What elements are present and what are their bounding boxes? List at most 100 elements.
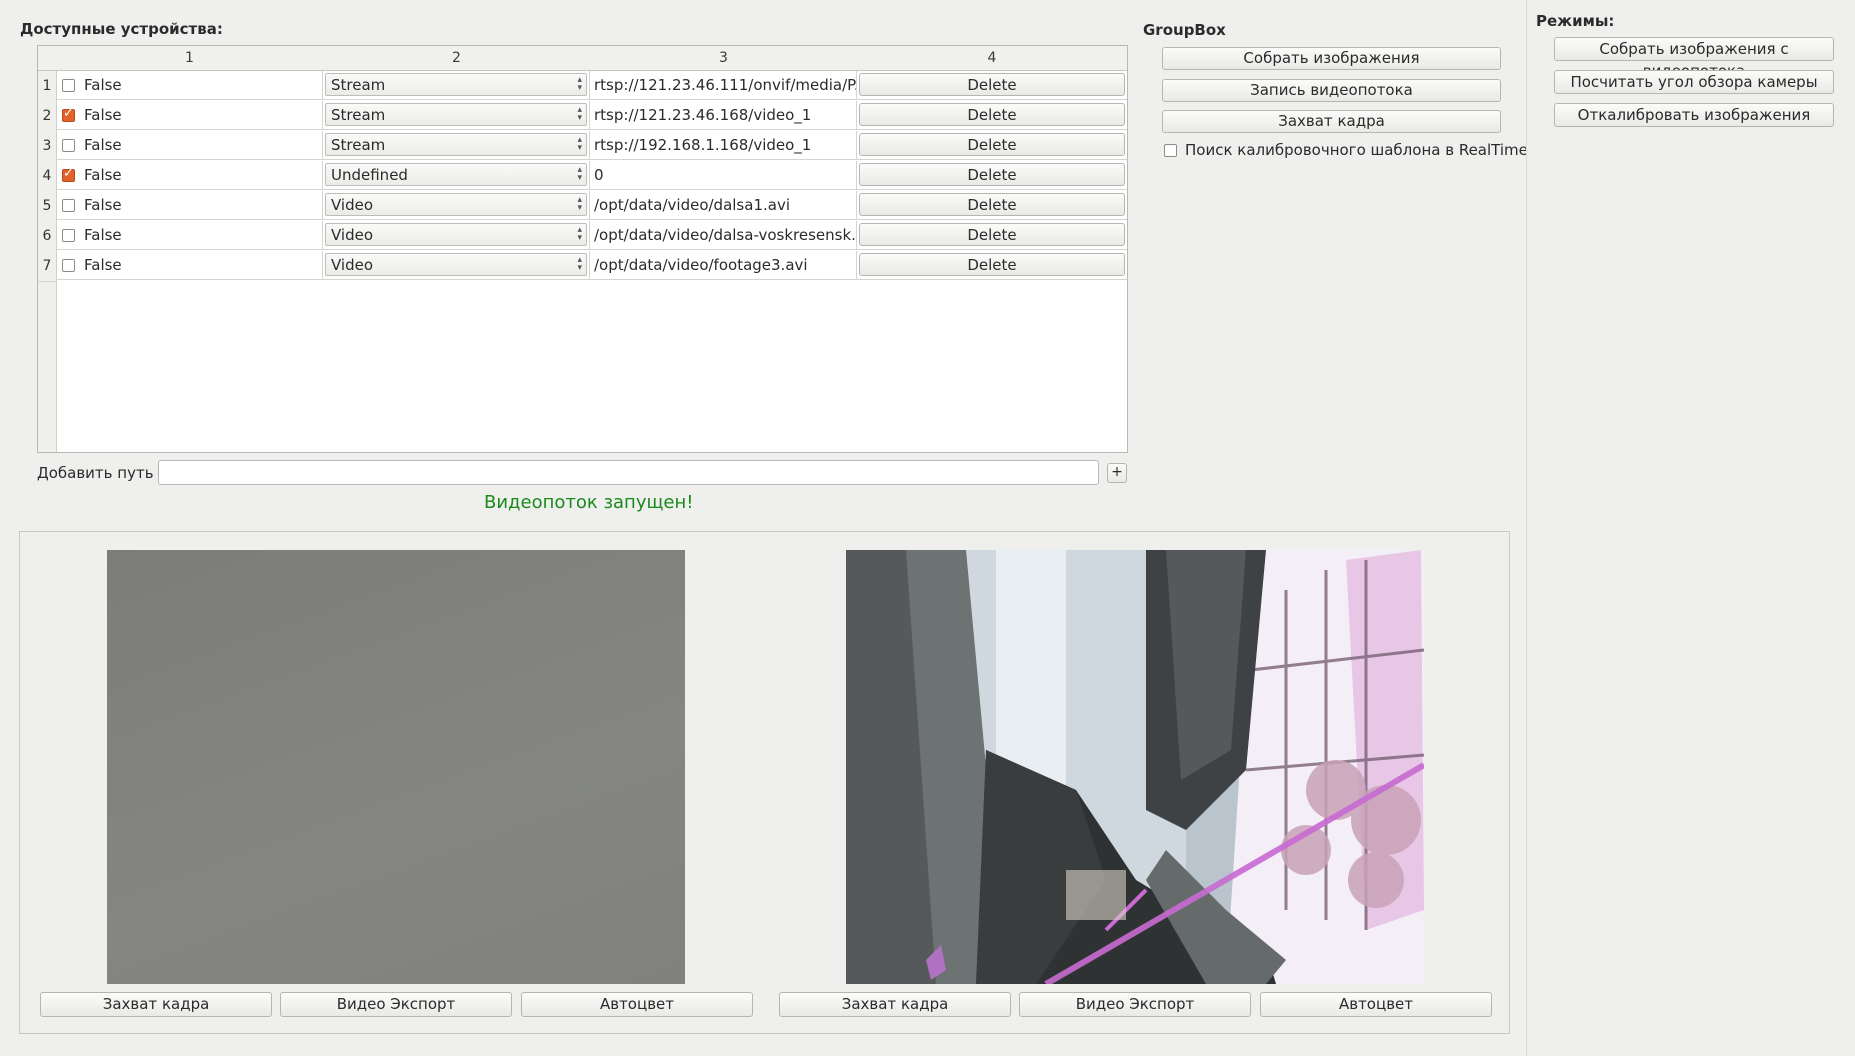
compute-view-angle-button[interactable]: Посчитать угол обзора камеры — [1554, 70, 1834, 94]
realtime-checkbox-label: Поиск калибровочного шаблона в RealTime — [1185, 141, 1528, 159]
row-enable-checkbox[interactable] — [62, 166, 75, 182]
path-cell[interactable]: /opt/data/video/dalsa-voskresensk.avi — [590, 221, 857, 250]
status-message: Видеопоток запущен! — [484, 492, 694, 513]
row-number: 6 — [38, 221, 56, 252]
capture-frame-button[interactable]: Захват кадра — [1162, 110, 1501, 133]
row-enable-checkbox[interactable] — [62, 199, 75, 212]
type-select[interactable]: Stream ▴ ▾ — [325, 103, 587, 126]
path-cell[interactable]: rtsp://192.168.1.168/video_1 — [590, 131, 857, 160]
type-cell: Undefined ▴ ▾ — [323, 161, 590, 190]
realtime-checkbox[interactable] — [1164, 144, 1177, 157]
updown-arrows-icon: ▴ ▾ — [577, 195, 582, 213]
add-path-button[interactable]: + — [1107, 463, 1127, 483]
right-video-export-button[interactable]: Видео Экспорт — [1019, 992, 1251, 1017]
action-cell: Delete — [857, 131, 1127, 160]
updown-arrows-icon: ▴ ▾ — [577, 105, 582, 123]
flag-cell: False — [56, 221, 323, 250]
type-select[interactable]: Video ▴ ▾ — [325, 223, 587, 246]
collect-from-stream-button[interactable]: Собрать изображения с видеопотока — [1554, 37, 1834, 80]
column-header-1[interactable]: 1 — [56, 46, 324, 71]
type-select[interactable]: Video ▴ ▾ — [325, 193, 587, 216]
corner-header[interactable] — [38, 46, 57, 71]
column-header-3[interactable]: 3 — [590, 46, 858, 71]
path-cell[interactable]: /opt/data/video/dalsa1.avi — [590, 191, 857, 220]
updown-arrows-icon: ▴ ▾ — [577, 225, 582, 243]
row-number: 2 — [38, 101, 56, 132]
path-text: 0 — [594, 166, 604, 184]
type-select[interactable]: Undefined ▴ ▾ — [325, 163, 587, 186]
calibrate-images-button[interactable]: Откалибровать изображения — [1554, 103, 1834, 127]
devices-table: 1 2 3 4 1 False Stream ▴ ▾ rtsp://121.23.46.1… — [37, 45, 1128, 453]
delete-button[interactable]: Delete — [859, 193, 1125, 216]
row-enable-checkbox[interactable] — [62, 259, 75, 272]
row-enable-checkbox[interactable] — [62, 229, 75, 242]
table-row[interactable]: 7 False Video ▴ ▾ /opt/data/video/footage3.av… — [38, 251, 1127, 282]
flag-text: False — [84, 166, 122, 184]
row-number: 5 — [38, 191, 56, 222]
path-text: rtsp://121.23.46.111/onvif/media/P... — [594, 76, 856, 94]
add-path-label: Добавить путь : — [37, 464, 164, 482]
left-video-export-button[interactable]: Видео Экспорт — [280, 992, 512, 1017]
delete-button[interactable]: Delete — [859, 133, 1125, 156]
table-row[interactable]: 3 False Stream ▴ ▾ rtsp://192.168.1.168/video… — [38, 131, 1127, 162]
updown-arrows-icon: ▴ ▾ — [577, 135, 582, 153]
delete-button[interactable]: Delete — [859, 103, 1125, 126]
table-row[interactable]: 1 False Stream ▴ ▾ rtsp://121.23.46.111/onvif… — [38, 71, 1127, 102]
flag-cell: False — [56, 71, 323, 100]
flag-cell: False — [56, 161, 323, 190]
video-preview-left — [107, 550, 685, 984]
add-path-input[interactable] — [158, 460, 1099, 485]
action-cell: Delete — [857, 71, 1127, 100]
type-select-value: Video — [331, 196, 374, 214]
left-capture-frame-button[interactable]: Захват кадра — [40, 992, 272, 1017]
updown-arrows-icon: ▴ ▾ — [577, 75, 582, 93]
path-cell[interactable]: /opt/data/video/footage3.avi — [590, 251, 857, 280]
path-cell[interactable]: 0 — [590, 161, 857, 190]
path-cell[interactable]: rtsp://121.23.46.168/video_1 — [590, 101, 857, 130]
action-cell: Delete — [857, 101, 1127, 130]
row-enable-checkbox[interactable] — [62, 79, 75, 92]
flag-text: False — [84, 106, 122, 124]
collect-images-button[interactable]: Собрать изображения — [1162, 47, 1501, 70]
action-cell: Delete — [857, 191, 1127, 220]
column-header-2[interactable]: 2 — [323, 46, 591, 71]
panel-separator — [1526, 0, 1527, 1056]
type-cell: Stream ▴ ▾ — [323, 131, 590, 160]
left-autocolor-button[interactable]: Автоцвет — [521, 992, 753, 1017]
delete-button[interactable]: Delete — [859, 223, 1125, 246]
type-select[interactable]: Video ▴ ▾ — [325, 253, 587, 276]
type-select[interactable]: Stream ▴ ▾ — [325, 73, 587, 96]
row-enable-checkbox[interactable] — [62, 106, 75, 122]
type-select[interactable]: Stream ▴ ▾ — [325, 133, 587, 156]
updown-arrows-icon: ▴ ▾ — [577, 165, 582, 183]
video-preview-right — [846, 550, 1424, 984]
flag-text: False — [84, 256, 122, 274]
record-stream-button[interactable]: Запись видеопотока — [1162, 79, 1501, 102]
row-enable-checkbox[interactable] — [62, 139, 75, 152]
flag-cell: False — [56, 251, 323, 280]
path-text: /opt/data/video/dalsa1.avi — [594, 196, 790, 214]
path-text: rtsp://192.168.1.168/video_1 — [594, 136, 812, 154]
action-cell: Delete — [857, 251, 1127, 280]
right-capture-frame-button[interactable]: Захват кадра — [779, 992, 1011, 1017]
type-select-value: Video — [331, 226, 374, 244]
flag-text: False — [84, 196, 122, 214]
path-text: /opt/data/video/dalsa-voskresensk.avi — [594, 226, 856, 244]
delete-button[interactable]: Delete — [859, 73, 1125, 96]
table-row[interactable]: 6 False Video ▴ ▾ /opt/data/video/dalsa-voskr… — [38, 221, 1127, 252]
flag-cell: False — [56, 131, 323, 160]
table-row[interactable]: 2 False Stream ▴▾ rtsp://121.23.46.168/video… — [38, 101, 1127, 132]
type-cell: Video ▴ ▾ — [323, 191, 590, 220]
type-select-value: Stream — [331, 136, 386, 154]
flag-text: False — [84, 136, 122, 154]
table-row[interactable]: 5 False Video ▴ ▾ /opt/data/video/dalsa1.avi D… — [38, 191, 1127, 222]
delete-button[interactable]: Delete — [859, 163, 1125, 186]
path-cell[interactable]: rtsp://121.23.46.111/onvif/media/P... — [590, 71, 857, 100]
updown-arrows-icon: ▴ ▾ — [577, 255, 582, 273]
right-autocolor-button[interactable]: Автоцвет — [1260, 992, 1492, 1017]
delete-button[interactable]: Delete — [859, 253, 1125, 276]
table-row[interactable]: 4 False Undefined ▴▾ 0 Delete — [38, 161, 1127, 192]
column-header-4[interactable]: 4 — [857, 46, 1127, 71]
type-cell: Stream ▴ ▾ — [323, 71, 590, 100]
modes-title: Режимы: — [1536, 12, 1615, 30]
